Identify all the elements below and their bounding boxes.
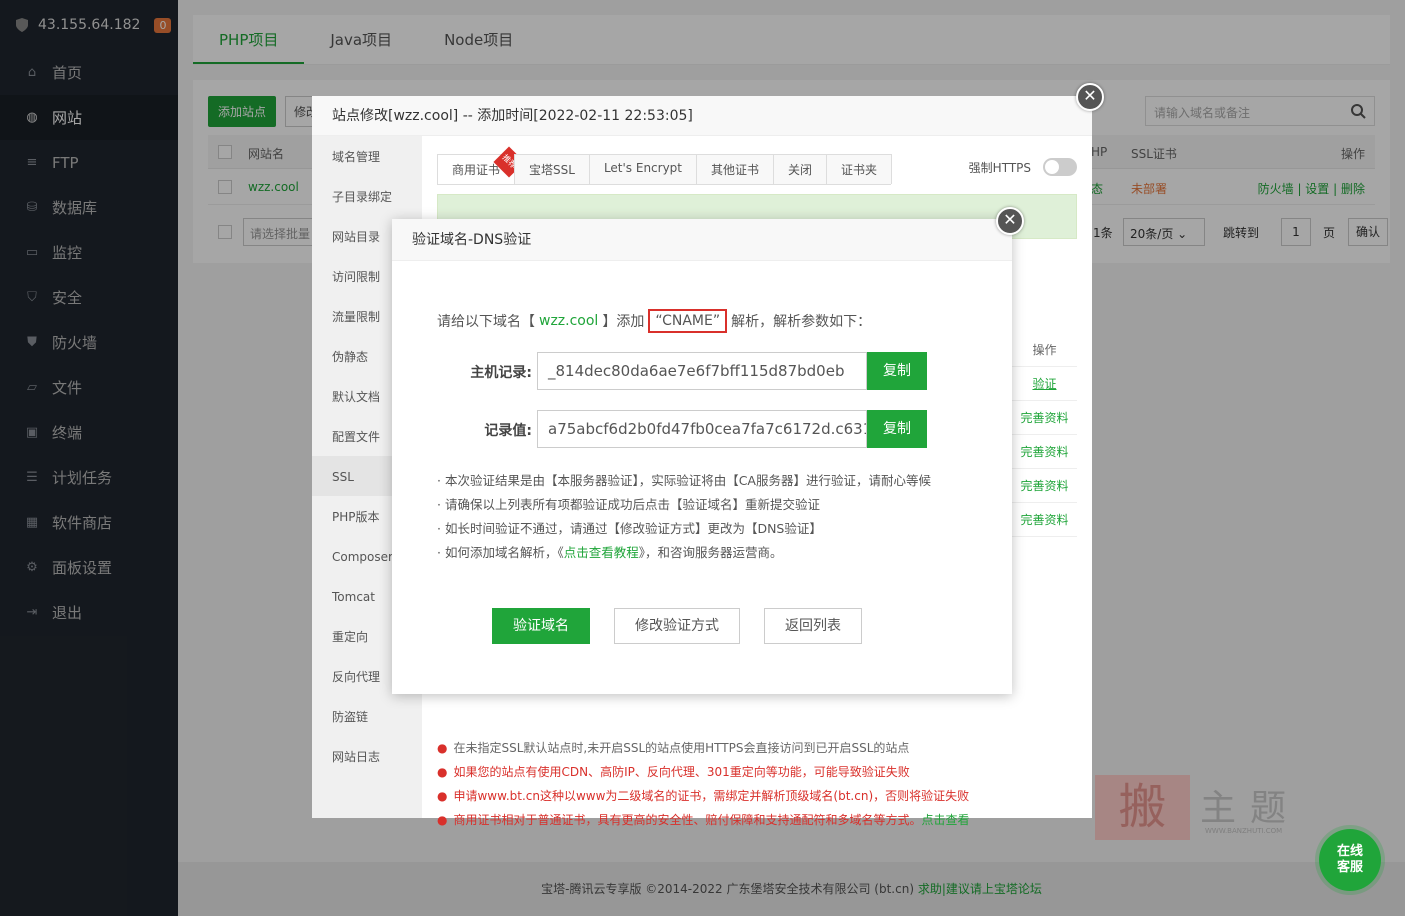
- dns-actions: 验证域名 修改验证方式 返回列表: [492, 608, 886, 644]
- ssl-tab-label: Let's Encrypt: [603, 161, 683, 175]
- ssl-tab-label: 其他证书: [711, 163, 760, 177]
- note-item: · 如长时间验证不通过，请通过【修改验证方式】更改为【DNS验证】: [437, 521, 822, 536]
- note-item: · 请确保以上列表所有项都验证成功后点击【验证域名】重新提交验证: [437, 497, 820, 512]
- site-modal-close-icon[interactable]: ✕: [1076, 83, 1104, 111]
- complete-info-link[interactable]: 完善资料: [1012, 469, 1077, 503]
- tip-item: ● 如果您的站点有使用CDN、高防IP、反向代理、301重定向等功能，可能导致验证…: [437, 765, 910, 779]
- ssl-tab-label: 关闭: [788, 163, 813, 177]
- ssl-tab[interactable]: 其他证书: [696, 154, 775, 184]
- dns-modal-close-icon[interactable]: ✕: [996, 207, 1024, 235]
- site-menu-item[interactable]: 域名管理: [312, 136, 422, 176]
- site-edit-title: 站点修改[wzz.cool] -- 添加时间[2022-02-11 22:53:…: [312, 96, 1092, 136]
- watermark-url: WWW.BANZHUTI.COM: [1205, 827, 1283, 835]
- host-record-label: 主机记录:: [470, 365, 532, 381]
- watermark: 搬 主题 WWW.BANZHUTI.COM: [1095, 775, 1315, 840]
- intro-domain: wzz.cool: [539, 313, 599, 329]
- ssl-tab[interactable]: 商用证书 推荐: [437, 146, 525, 184]
- dns-notes: · 本次验证结果是由【本服务器验证】，实际验证将由【CA服务器】进行验证，请耐心…: [437, 469, 952, 565]
- complete-info-link[interactable]: 完善资料: [1012, 503, 1077, 537]
- note-item: · 如何添加域名解析，《点击查看教程》，和咨询服务器运营商。: [437, 545, 783, 560]
- dns-modal-title: 验证域名-DNS验证: [392, 219, 1012, 261]
- verify-domain-button[interactable]: 验证域名: [492, 608, 590, 644]
- tip-item: ● 商用证书相对于普通证书，具有更高的安全性、赔付保障和支持通配符和多域名等方式。…: [437, 813, 970, 827]
- ssl-tab-label: 证书夹: [841, 163, 878, 177]
- force-https-toggle[interactable]: [1043, 158, 1077, 176]
- change-verify-method-button[interactable]: 修改验证方式: [614, 608, 740, 644]
- online-service-button[interactable]: 在线 客服: [1319, 829, 1381, 891]
- site-menu-item[interactable]: 子目录绑定: [312, 176, 422, 216]
- copy-host-button[interactable]: 复制: [867, 352, 927, 390]
- record-type-highlight: “CNAME”: [648, 309, 728, 333]
- site-menu-item[interactable]: 网站日志: [312, 736, 422, 776]
- complete-info-link[interactable]: 完善资料: [1012, 435, 1077, 469]
- tip-item: ● 申请www.bt.cn这种以www为二级域名的证书，需绑定并解析顶级域名(bt…: [437, 789, 970, 803]
- record-value-input[interactable]: a75abcf6d2b0fd47fb0cea7fa7c6172d.c6313a: [537, 410, 867, 448]
- watermark-text: 主题: [1200, 788, 1301, 829]
- ssl-tab[interactable]: 宝塔SSL: [514, 154, 590, 184]
- chat-line1: 在线: [1336, 844, 1363, 859]
- ssl-tab-label: 宝塔SSL: [529, 163, 575, 177]
- ssl-tab[interactable]: 关闭: [773, 154, 828, 184]
- dns-intro: 请给以下域名【 wzz.cool 】添加 “CNAME” 解析，解析参数如下：: [437, 309, 871, 333]
- intro-prefix: 请给以下域名【: [437, 314, 535, 330]
- chat-line2: 客服: [1336, 860, 1363, 875]
- intro-suffix: 解析，解析参数如下：: [731, 314, 872, 330]
- verify-link[interactable]: 验证: [1012, 367, 1077, 401]
- ssl-tips-list: ● 在未指定SSL默认站点时,未开启SSL的站点使用HTTPS会直接访问到已开启S…: [437, 736, 970, 832]
- intro-mid: 】添加: [602, 314, 645, 330]
- record-value-label: 记录值:: [484, 423, 532, 439]
- site-menu-item[interactable]: 防盗链: [312, 696, 422, 736]
- ssl-tab[interactable]: Let's Encrypt: [588, 154, 698, 184]
- ssl-tabs: 商用证书 推荐 宝塔SSL Let's Encrypt 其他证书 关闭 证书夹: [437, 146, 893, 185]
- watermark-stamp: 搬: [1095, 775, 1190, 840]
- back-to-list-button[interactable]: 返回列表: [764, 608, 862, 644]
- force-https-label: 强制HTTPS: [968, 160, 1031, 175]
- tip-item: ● 在未指定SSL默认站点时,未开启SSL的站点使用HTTPS会直接访问到已开启S…: [437, 741, 910, 755]
- ops-header: 操作: [1012, 333, 1077, 367]
- tutorial-link[interactable]: 点击查看教程: [564, 545, 639, 560]
- ssl-tab-label: 商用证书: [452, 163, 501, 177]
- force-https-control: 强制HTTPS: [969, 158, 1077, 176]
- view-more-link[interactable]: 点击查看: [922, 813, 970, 827]
- dns-verify-modal: 验证域名-DNS验证 请给以下域名【 wzz.cool 】添加 “CNAME” …: [392, 219, 1012, 694]
- complete-info-link[interactable]: 完善资料: [1012, 401, 1077, 435]
- host-record-input[interactable]: _814dec80da6ae7e6f7bff115d87bd0eb: [537, 352, 867, 390]
- ssl-tab[interactable]: 证书夹: [826, 154, 893, 184]
- note-item: · 本次验证结果是由【本服务器验证】，实际验证将由【CA服务器】进行验证，请耐心…: [437, 473, 931, 488]
- copy-value-button[interactable]: 复制: [867, 410, 927, 448]
